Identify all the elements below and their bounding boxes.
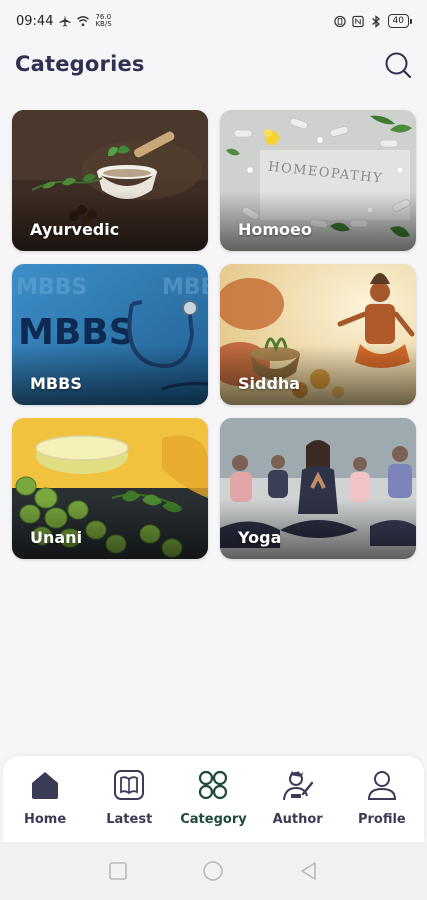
category-card-yoga[interactable]: Yoga xyxy=(220,418,416,559)
vibrate-icon xyxy=(333,15,346,27)
mbbs-watermark: MBBS xyxy=(16,275,87,300)
search-icon xyxy=(385,52,412,79)
category-label: Siddha xyxy=(238,374,301,393)
category-label: Ayurvedic xyxy=(30,220,120,239)
airplane-icon xyxy=(59,15,71,27)
nav-label: Profile xyxy=(357,812,406,827)
nav-label: Latest xyxy=(106,812,153,827)
status-left: 09:44 76.0 KB/S xyxy=(16,14,112,29)
nav-author[interactable]: Author xyxy=(258,756,338,827)
author-icon xyxy=(282,771,313,801)
battery-indicator: 40 xyxy=(387,14,413,28)
category-grid: Ayurvedic HOMEOPATHY Homoeo MBBS MB MBBS… xyxy=(12,110,416,559)
system-nav-bar xyxy=(0,842,427,900)
grid-icon xyxy=(199,770,228,800)
category-label: Yoga xyxy=(238,528,282,547)
status-time: 09:44 xyxy=(16,13,54,29)
nav-profile[interactable]: Profile xyxy=(342,756,422,827)
back-button[interactable] xyxy=(298,860,320,882)
profile-icon xyxy=(367,771,396,800)
wifi-icon xyxy=(77,15,90,27)
nav-label: Category xyxy=(180,812,247,827)
category-card-siddha[interactable]: Siddha xyxy=(220,264,416,405)
category-label: Homoeo xyxy=(238,220,312,239)
bottom-nav: Home Latest Category Author Profile xyxy=(3,756,424,842)
bluetooth-icon xyxy=(370,14,382,28)
category-card-ayurvedic[interactable]: Ayurvedic xyxy=(12,110,208,251)
nav-home[interactable]: Home xyxy=(5,756,85,827)
category-card-unani[interactable]: Unani xyxy=(12,418,208,559)
book-icon xyxy=(114,770,145,800)
speed-unit: KB/S xyxy=(95,20,112,28)
status-bar: 09:44 76.0 KB/S 40 xyxy=(0,0,427,42)
page-title: Categories xyxy=(15,52,145,76)
category-card-homoeo[interactable]: HOMEOPATHY Homoeo xyxy=(220,110,416,251)
nav-label: Author xyxy=(272,812,323,827)
status-right: 40 xyxy=(333,14,413,28)
recents-button[interactable] xyxy=(107,860,129,882)
nav-category[interactable]: Category xyxy=(173,756,253,827)
nfc-icon xyxy=(351,15,364,27)
nav-latest[interactable]: Latest xyxy=(89,756,169,827)
network-speed: 76.0 KB/S xyxy=(95,14,111,28)
category-label: MBBS xyxy=(30,374,82,393)
category-label: Unani xyxy=(30,528,83,547)
search-button[interactable] xyxy=(383,50,413,80)
home-system-button[interactable] xyxy=(202,860,224,882)
header: Categories xyxy=(0,44,427,88)
mbbs-watermark: MBBS xyxy=(162,275,208,300)
category-card-mbbs[interactable]: MBBS MBBS MBBS MBBS xyxy=(12,264,208,405)
nav-label: Home xyxy=(24,812,67,827)
home-icon xyxy=(32,772,59,799)
